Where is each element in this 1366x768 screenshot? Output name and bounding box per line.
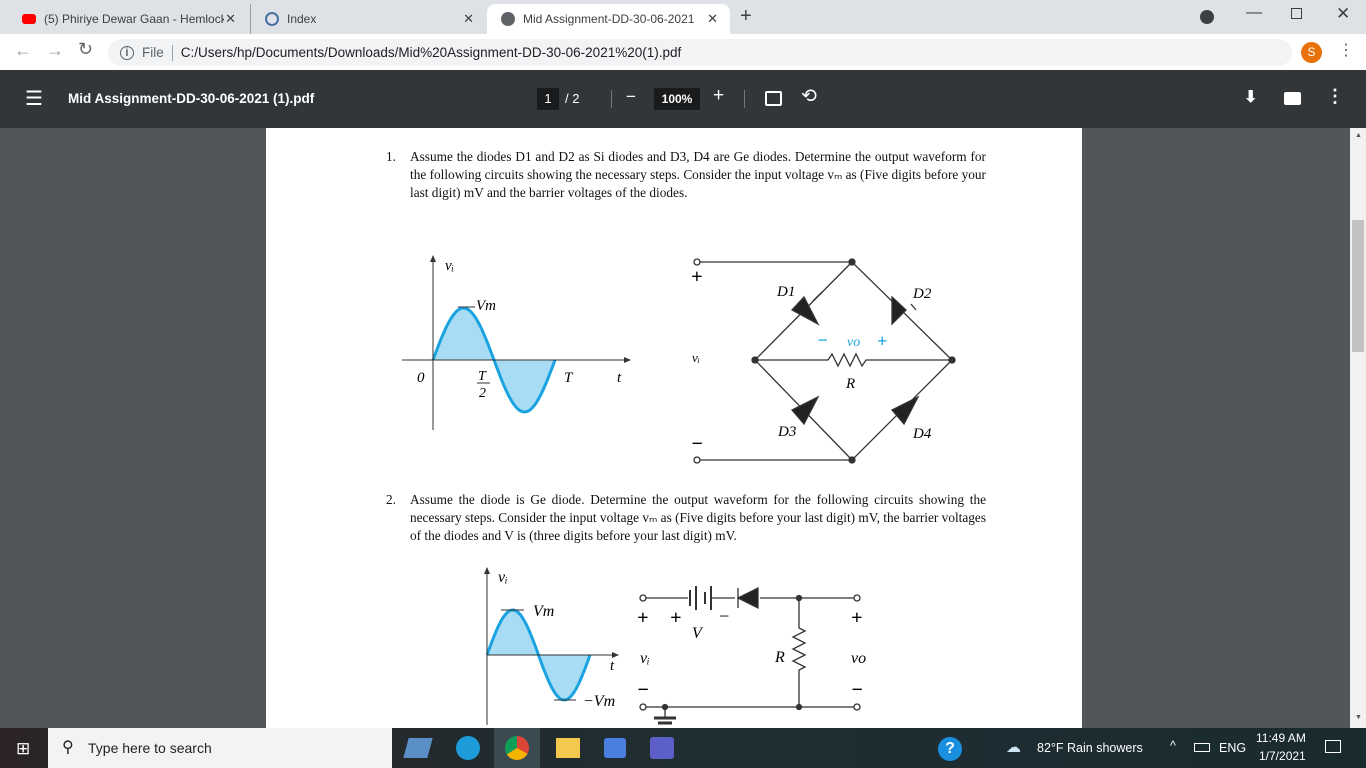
circuit-figures: vᵢ Vm 0 T 2 T t + − vᵢ D1 D2 D3 D4 − vo … <box>402 255 956 725</box>
svg-text:−: − <box>851 679 863 701</box>
figure-2-labels: + + − V vᵢ R vo + − − <box>637 606 866 701</box>
scroll-up-arrow[interactable]: ▲ <box>1355 132 1362 139</box>
svg-text:vᵢ: vᵢ <box>640 650 650 667</box>
period-label: T <box>564 370 574 386</box>
time-label: t <box>617 370 622 386</box>
svg-text:+: + <box>877 331 887 351</box>
diode-d4 <box>890 395 920 426</box>
svg-text:vᵢ: vᵢ <box>498 569 508 586</box>
app-icon[interactable] <box>403 738 433 758</box>
vm-label: Vm <box>476 298 496 314</box>
clock-date[interactable]: 1/7/2021 <box>1259 749 1306 763</box>
t-half-label: T <box>478 369 487 384</box>
language-indicator[interactable]: ENG <box>1219 741 1246 755</box>
diode <box>736 586 759 610</box>
help-icon[interactable]: ? <box>938 737 962 761</box>
svg-text:−Vm: −Vm <box>583 693 615 710</box>
svg-text:D3: D3 <box>777 424 796 440</box>
search-icon: ⚲ <box>62 739 74 756</box>
chrome-icon <box>505 736 529 760</box>
show-hidden-icons[interactable]: ^ <box>1170 739 1176 753</box>
vi-label: vᵢ <box>445 258 454 274</box>
scroll-down-arrow[interactable]: ▼ <box>1355 714 1362 721</box>
svg-text:−: − <box>817 330 828 350</box>
svg-text:Vm: Vm <box>533 603 554 620</box>
windows-start-icon[interactable]: ⊞ <box>16 739 30 759</box>
svg-text:+: + <box>691 266 702 288</box>
svg-text:D4: D4 <box>912 426 932 442</box>
scrollbar-thumb[interactable] <box>1352 220 1364 352</box>
diode-d3 <box>790 395 820 426</box>
wps-icon[interactable] <box>604 738 626 758</box>
svg-text:vo: vo <box>847 335 860 350</box>
t-half-den: 2 <box>479 386 486 401</box>
svg-text:V: V <box>692 625 704 642</box>
weather-text[interactable]: 82°F Rain showers <box>1037 741 1143 755</box>
svg-text:R: R <box>774 649 785 666</box>
ground <box>654 716 676 725</box>
origin-label: 0 <box>417 370 425 386</box>
file-explorer-icon[interactable] <box>556 738 580 758</box>
teams-icon[interactable] <box>650 737 674 759</box>
svg-text:−: − <box>718 606 730 626</box>
svg-text:+: + <box>851 607 862 629</box>
svg-text:−: − <box>637 679 649 701</box>
diode-d1 <box>790 291 823 326</box>
svg-text:+: + <box>637 607 648 629</box>
svg-text:R: R <box>845 376 855 392</box>
svg-text:t: t <box>610 658 615 674</box>
svg-text:+: + <box>670 607 681 629</box>
battery <box>689 586 712 610</box>
battery-icon[interactable] <box>1194 743 1210 752</box>
taskbar: ⊞ ⚲ Type here to search ? ☁ 82°F Rain sh… <box>0 728 1366 768</box>
notifications-icon[interactable] <box>1325 740 1341 753</box>
weather-icon: ☁ <box>1006 739 1021 756</box>
edge-icon[interactable] <box>456 736 480 760</box>
svg-text:−: − <box>691 433 703 455</box>
chrome-taskbar-item[interactable] <box>494 728 540 768</box>
vertical-scrollbar[interactable]: ▲ ▼ <box>1350 128 1366 728</box>
svg-text:D1: D1 <box>776 284 795 300</box>
figure-2-waveform: vᵢ Vm −Vm t <box>484 567 619 725</box>
figure-1-waveform: vᵢ Vm 0 T 2 T t <box>402 255 631 430</box>
clock-time[interactable]: 11:49 AM <box>1256 731 1306 745</box>
svg-text:vᵢ: vᵢ <box>692 350 700 365</box>
search-placeholder: Type here to search <box>88 740 212 756</box>
search-box[interactable]: ⚲ Type here to search <box>48 728 392 768</box>
svg-text:D2: D2 <box>912 286 932 302</box>
svg-text:vo: vo <box>851 650 866 667</box>
